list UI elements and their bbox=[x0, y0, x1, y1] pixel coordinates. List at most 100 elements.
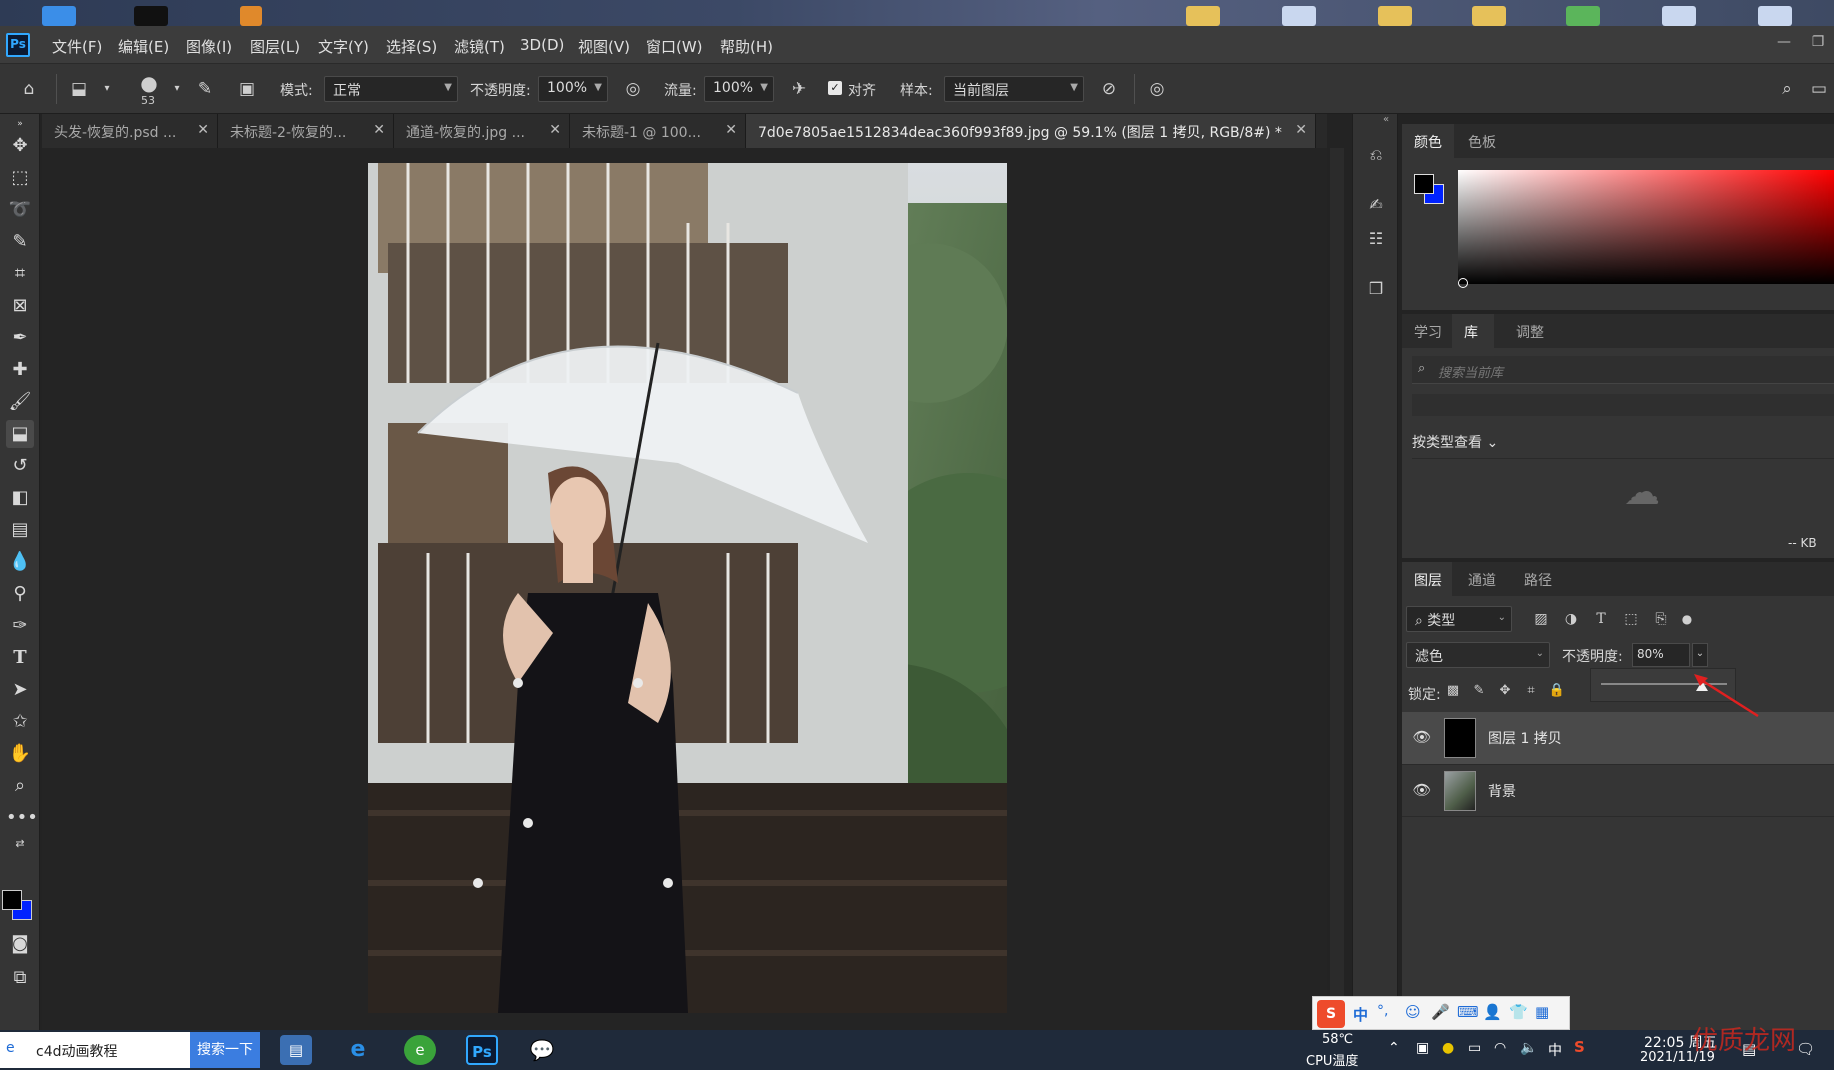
menu-window[interactable]: 窗口(W) bbox=[646, 36, 703, 57]
menu-filter[interactable]: 滤镜(T) bbox=[454, 36, 505, 57]
search-icon[interactable]: ⌕ bbox=[1776, 78, 1798, 100]
menu-select[interactable]: 选择(S) bbox=[386, 36, 437, 57]
menu-3d[interactable]: 3D(D) bbox=[520, 36, 564, 54]
desktop-app-icon[interactable] bbox=[134, 6, 168, 26]
view-by-type-dropdown[interactable]: 按类型查看 ⌄ bbox=[1412, 432, 1498, 452]
tab-channels[interactable]: 通道 bbox=[1468, 570, 1496, 590]
move-tool-icon[interactable]: ✥ bbox=[6, 132, 34, 160]
lock-transparent-pixels-icon[interactable]: ▩ bbox=[1442, 680, 1464, 702]
sogou-tray-icon[interactable]: S bbox=[1574, 1038, 1585, 1056]
screen-mode-icon[interactable]: ⧉ bbox=[6, 964, 34, 992]
canvas-scrollbar[interactable] bbox=[1330, 148, 1344, 1030]
tab-document-active[interactable]: 7d0e7805ae1512834deac360f993f89.jpg @ 59… bbox=[746, 114, 1316, 148]
wechat-icon[interactable]: 💬 bbox=[526, 1035, 558, 1065]
clone-stamp-preset-icon[interactable]: ⬓ bbox=[68, 78, 90, 100]
file-explorer-icon[interactable]: ▤ bbox=[280, 1035, 312, 1065]
chevron-down-icon[interactable]: ▾ bbox=[166, 78, 188, 100]
close-icon[interactable]: ✕ bbox=[197, 122, 209, 138]
close-icon[interactable]: ✕ bbox=[373, 122, 385, 138]
chevron-down-icon[interactable]: ▾ bbox=[96, 78, 118, 100]
filter-adjustment-icon[interactable]: ◑ bbox=[1560, 608, 1582, 630]
dodge-tool-icon[interactable]: ⚲ bbox=[6, 580, 34, 608]
history-panel-icon[interactable]: ⎌ bbox=[1363, 142, 1389, 168]
menu-help[interactable]: 帮助(H) bbox=[720, 36, 773, 57]
tab-document[interactable]: 头发-恢复的.psd ... ✕ bbox=[42, 114, 218, 148]
blend-mode-select[interactable]: 滤色 ⌄ bbox=[1406, 642, 1550, 668]
ignore-adjustment-layers-icon[interactable]: ⊘ bbox=[1098, 78, 1120, 100]
folder-icon[interactable] bbox=[1378, 6, 1412, 26]
restore-icon[interactable]: ❐ bbox=[1806, 34, 1830, 54]
layer-opacity-input[interactable]: 80% bbox=[1632, 643, 1690, 667]
tab-document[interactable]: 通道-恢复的.jpg ... ✕ bbox=[394, 114, 570, 148]
history-brush-tool-icon[interactable]: ↺ bbox=[6, 452, 34, 480]
workspace-icon[interactable]: ▭ bbox=[1808, 78, 1830, 100]
sogou-logo-icon[interactable]: S bbox=[1317, 1000, 1345, 1028]
tab-learn[interactable]: 学习 bbox=[1414, 322, 1442, 342]
home-icon[interactable]: ⌂ bbox=[18, 78, 40, 100]
color-picker-cursor[interactable] bbox=[1458, 278, 1468, 288]
collapse-dock-icon[interactable]: « bbox=[1383, 114, 1389, 125]
filter-shape-icon[interactable]: ⬚ bbox=[1620, 608, 1642, 630]
lasso-tool-icon[interactable]: ➰ bbox=[6, 196, 34, 224]
folder-icon[interactable] bbox=[1472, 6, 1506, 26]
visibility-eye-icon[interactable]: 👁 bbox=[1412, 728, 1432, 748]
align-checkbox[interactable]: ✓ bbox=[828, 81, 842, 95]
more-tools-icon[interactable]: ••• bbox=[6, 804, 38, 832]
quick-selection-tool-icon[interactable]: ✎ bbox=[6, 228, 34, 256]
layer-filter-select[interactable]: ⌕ 类型 ⌄ bbox=[1406, 606, 1512, 632]
lock-all-icon[interactable]: 🔒 bbox=[1546, 680, 1568, 702]
gradient-tool-icon[interactable]: ▤ bbox=[6, 516, 34, 544]
notifications-icon[interactable]: 🗨 bbox=[1796, 1040, 1815, 1058]
file-icon[interactable] bbox=[1758, 6, 1792, 26]
filter-pixel-icon[interactable]: ▨ bbox=[1530, 608, 1552, 630]
menu-image[interactable]: 图像(I) bbox=[186, 36, 232, 57]
edge-browser-icon[interactable]: e bbox=[342, 1035, 374, 1065]
menu-edit[interactable]: 编辑(E) bbox=[118, 36, 169, 57]
filter-smart-object-icon[interactable]: ⎘ bbox=[1650, 608, 1672, 630]
menu-type[interactable]: 文字(Y) bbox=[318, 36, 369, 57]
search-button[interactable]: 搜索一下 bbox=[190, 1032, 260, 1068]
taskbar-search-box[interactable]: e c4d动画教程 bbox=[0, 1032, 190, 1068]
healing-brush-tool-icon[interactable]: ✚ bbox=[6, 356, 34, 384]
tab-layers[interactable]: 图层 bbox=[1414, 570, 1442, 590]
microphone-icon[interactable]: 🎤 bbox=[1431, 1003, 1450, 1021]
lock-position-icon[interactable]: ✥ bbox=[1494, 680, 1516, 702]
flow-input[interactable]: 100% ▼ bbox=[704, 76, 774, 102]
tab-swatches[interactable]: 色板 bbox=[1468, 132, 1496, 152]
frame-tool-icon[interactable]: ⊠ bbox=[6, 292, 34, 320]
properties-panel-icon[interactable]: ☷ bbox=[1363, 226, 1389, 252]
close-icon[interactable]: ✕ bbox=[1295, 122, 1307, 138]
desktop-app-icon[interactable] bbox=[42, 6, 76, 26]
tab-document[interactable]: 未标题-2-恢复的... ✕ bbox=[218, 114, 394, 148]
blur-tool-icon[interactable]: 💧 bbox=[6, 548, 34, 576]
document-canvas-image[interactable] bbox=[368, 163, 1007, 1013]
color-picker-field[interactable] bbox=[1458, 170, 1834, 284]
360-browser-icon[interactable]: e bbox=[404, 1035, 436, 1065]
tab-color[interactable]: 颜色 bbox=[1414, 132, 1442, 152]
menu-file[interactable]: 文件(F) bbox=[52, 36, 102, 57]
toolbox-icon[interactable]: ▦ bbox=[1535, 1003, 1549, 1021]
layer-row[interactable]: 👁 图层 1 拷贝 bbox=[1402, 712, 1834, 764]
pressure-size-icon[interactable]: ◎ bbox=[1146, 78, 1168, 100]
brush-settings-panel-icon[interactable]: ✍ bbox=[1363, 192, 1389, 218]
tab-adjustments[interactable]: 调整 bbox=[1516, 322, 1544, 342]
lock-artboard-icon[interactable]: ⌗ bbox=[1520, 680, 1542, 702]
close-icon[interactable]: ✕ bbox=[725, 122, 737, 138]
eyedropper-tool-icon[interactable]: ✒ bbox=[6, 324, 34, 352]
clone-source-icon[interactable]: ▣ bbox=[236, 78, 258, 100]
library-search-box[interactable]: ⌕ 搜索当前库 bbox=[1412, 356, 1834, 384]
clone-stamp-tool-icon[interactable]: ⬓ bbox=[6, 420, 34, 448]
wifi-icon[interactable]: ◠ bbox=[1494, 1040, 1506, 1056]
file-icon[interactable] bbox=[1566, 6, 1600, 26]
pressure-opacity-icon[interactable]: ◎ bbox=[622, 78, 644, 100]
3d-panel-icon[interactable]: ❒ bbox=[1363, 276, 1389, 302]
tray-app-icon[interactable]: ● bbox=[1442, 1040, 1454, 1056]
airbrush-icon[interactable]: ✈ bbox=[788, 78, 810, 100]
tab-libraries[interactable]: 库 bbox=[1464, 322, 1478, 342]
menu-layer[interactable]: 图层(L) bbox=[250, 36, 300, 57]
folder-icon[interactable] bbox=[1186, 6, 1220, 26]
zoom-tool-icon[interactable]: ⌕ bbox=[6, 772, 34, 800]
eraser-tool-icon[interactable]: ◧ bbox=[6, 484, 34, 512]
layer-row[interactable]: 👁 背景 bbox=[1402, 764, 1834, 816]
volume-icon[interactable]: 🔈 bbox=[1520, 1040, 1537, 1056]
